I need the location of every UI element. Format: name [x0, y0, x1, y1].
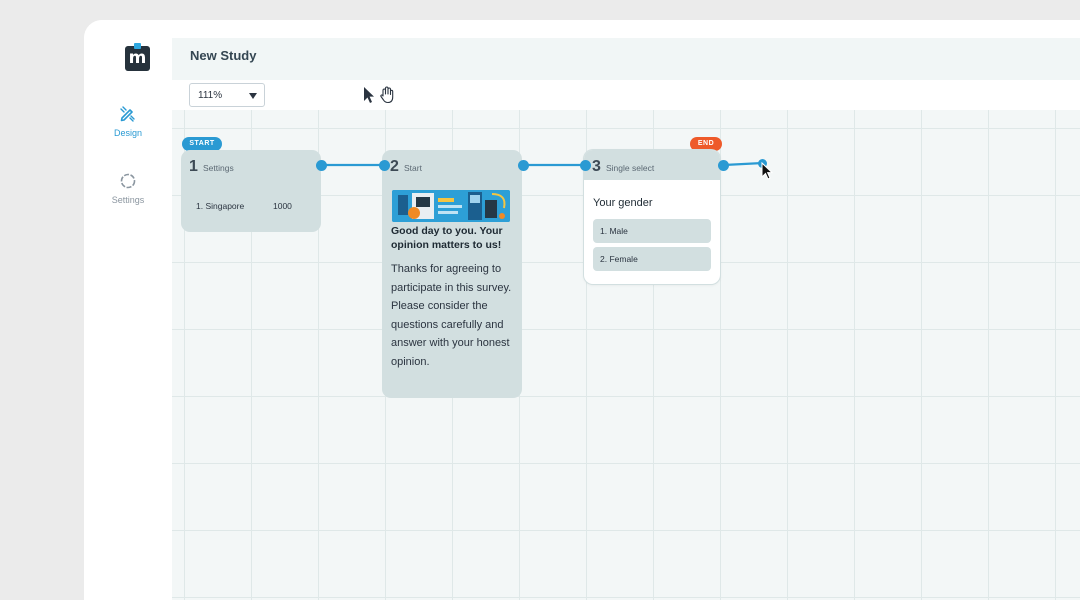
- option-item[interactable]: 2. Female: [593, 247, 711, 271]
- header-bar: New Study S: [172, 38, 1080, 80]
- mouse-cursor-icon: [761, 162, 774, 180]
- banner-image: [392, 190, 510, 222]
- connector-handle[interactable]: [718, 160, 729, 171]
- app-logo[interactable]: m: [125, 43, 150, 71]
- sidebar-item-settings[interactable]: Settings: [84, 171, 172, 205]
- pointer-icon[interactable]: [360, 85, 378, 105]
- node-number: 2: [390, 158, 399, 175]
- zoom-select[interactable]: 111%: [189, 83, 265, 107]
- node-single-select[interactable]: 3 Single select Your gender 1. Male 2. F…: [584, 150, 720, 284]
- quota-value: 1000: [273, 201, 292, 211]
- quota-label: 1. Singapore: [196, 201, 245, 211]
- connector-handle[interactable]: [379, 160, 390, 171]
- hand-icon[interactable]: [378, 85, 396, 105]
- toolbar: 111%: [172, 80, 1080, 110]
- sidebar: m Design Settings: [84, 20, 172, 600]
- sidebar-item-label: Design: [113, 128, 142, 138]
- sidebar-item-label: Settings: [111, 195, 145, 205]
- sidebar-item-design[interactable]: Design: [84, 104, 172, 138]
- connector-handle[interactable]: [580, 160, 591, 171]
- node-name: Start: [404, 163, 422, 173]
- option-item[interactable]: 1. Male: [593, 219, 711, 243]
- connector-handle[interactable]: [316, 160, 327, 171]
- connector-handle[interactable]: [518, 160, 529, 171]
- node-name: Settings: [203, 163, 234, 173]
- node-header: 3 Single select: [584, 150, 720, 180]
- welcome-body: Thanks for agreeing to participate in th…: [391, 263, 512, 368]
- flow-canvas[interactable]: START END 1 Settings 1. Singapore 1000 2…: [172, 110, 1080, 600]
- node-number: 1: [189, 158, 198, 175]
- node-header: 1 Settings: [181, 150, 321, 180]
- logo-letter: m: [128, 48, 147, 68]
- node-number: 3: [592, 158, 601, 175]
- node-settings[interactable]: 1 Settings 1. Singapore 1000: [181, 150, 321, 232]
- node-header: 2 Start: [382, 150, 522, 180]
- app-window: m Design Settings New Study S 111%: [84, 20, 1080, 600]
- page-title[interactable]: New Study: [190, 48, 256, 63]
- welcome-title: Good day to you. Your opinion matters to…: [391, 225, 503, 251]
- zoom-value: 111%: [198, 90, 223, 101]
- node-name: Single select: [606, 163, 655, 173]
- chevron-down-icon: [249, 93, 257, 99]
- question-text: Your gender: [593, 197, 653, 209]
- node-start[interactable]: 2 Start Good day to you. Your opinion ma…: [382, 150, 522, 398]
- pencil-ruler-icon: [120, 106, 135, 122]
- illustration-icon: [392, 190, 510, 222]
- start-badge: START: [182, 137, 222, 151]
- settings-ring-icon: [120, 173, 136, 189]
- end-badge: END: [690, 137, 722, 151]
